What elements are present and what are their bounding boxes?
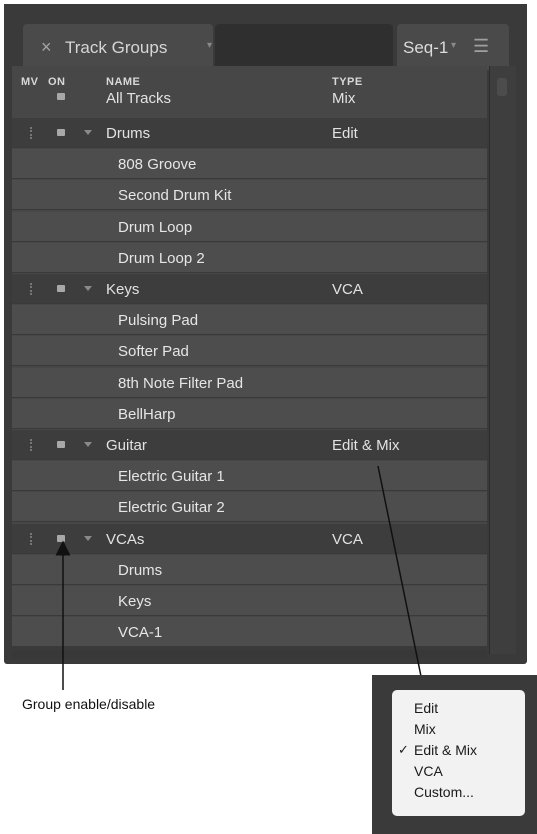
member-name: Keys (118, 593, 152, 610)
menu-item[interactable]: VCA (414, 763, 443, 779)
panel-footer (12, 650, 487, 658)
disclosure-triangle-icon[interactable] (84, 535, 92, 541)
group-member-row[interactable]: Softer Pad (12, 336, 487, 367)
group-member-row[interactable]: Electric Guitar 2 (12, 492, 487, 523)
tab-empty-slot[interactable] (215, 24, 393, 70)
group-row[interactable]: Keys VCA (12, 274, 487, 304)
callout-group-enable: Group enable/disable (22, 696, 156, 712)
disclosure-triangle-icon[interactable] (84, 442, 92, 447)
menu-item[interactable]: Edit (414, 700, 438, 716)
group-member-row[interactable]: Keys (12, 586, 487, 616)
menu-item[interactable]: Edit & Mix (414, 742, 477, 758)
type-dropdown-menu: Edit Mix ✓ Edit & Mix VCA Custom... (392, 690, 525, 816)
group-type[interactable]: VCA (332, 281, 363, 298)
chevron-down-icon[interactable]: ▾ (207, 40, 212, 51)
group-name: Drums (106, 125, 151, 142)
menu-item[interactable]: Mix (414, 721, 436, 737)
group-type[interactable]: VCA (332, 531, 363, 548)
group-row[interactable]: Guitar Edit & Mix (12, 430, 487, 460)
group-member-row[interactable]: Electric Guitar 1 (12, 461, 487, 492)
close-icon[interactable]: × (41, 37, 52, 58)
group-member-row[interactable]: 808 Groove (12, 149, 487, 180)
sequence-label: Seq-1 (403, 38, 449, 57)
group-enable-toggle[interactable] (57, 93, 65, 100)
tab-label: Track Groups (65, 38, 168, 57)
tab-sequence[interactable]: Seq-1 ▾ ☰ (397, 24, 509, 70)
group-row-all-tracks[interactable]: All Tracks Mix (12, 86, 487, 116)
disclosure-triangle-icon[interactable] (84, 286, 92, 291)
tab-bar: × Track Groups ▾ Seq-1 ▾ ☰ (4, 4, 527, 72)
scrollbar[interactable] (489, 66, 516, 654)
drag-handle-icon[interactable] (30, 283, 37, 295)
member-name: BellHarp (118, 405, 176, 423)
drag-handle-icon[interactable] (30, 532, 37, 545)
group-type[interactable]: Edit (332, 125, 358, 142)
chevron-down-icon[interactable]: ▾ (451, 40, 456, 51)
group-enable-toggle[interactable] (57, 129, 65, 136)
group-member-row[interactable]: 8th Note Filter Pad (12, 367, 487, 398)
group-member-row[interactable]: Drum Loop 2 (12, 242, 487, 273)
group-member-row[interactable]: Pulsing Pad (12, 305, 487, 336)
group-name: Guitar (106, 437, 147, 454)
group-enable-toggle[interactable] (57, 534, 65, 542)
group-name: Keys (106, 281, 140, 298)
group-type[interactable]: Edit & Mix (332, 437, 400, 454)
group-name: VCAs (106, 530, 145, 548)
group-name: All Tracks (106, 90, 172, 107)
member-name: VCA-1 (118, 624, 163, 642)
group-type[interactable]: Mix (332, 90, 355, 107)
drag-handle-icon[interactable] (30, 127, 37, 139)
tab-track-groups[interactable]: × Track Groups ▾ (23, 24, 213, 70)
disclosure-triangle-icon[interactable] (84, 130, 92, 135)
menu-item[interactable]: Custom... (414, 784, 474, 800)
checkmark-icon: ✓ (398, 742, 409, 757)
member-name: Second Drum Kit (118, 187, 232, 205)
group-member-row[interactable]: Second Drum Kit (12, 180, 487, 211)
group-row[interactable]: VCAs VCA (12, 523, 487, 554)
drag-handle-icon[interactable] (30, 439, 37, 451)
group-member-row[interactable]: Drum Loop (12, 211, 487, 242)
scrollbar-thumb[interactable] (497, 78, 507, 96)
member-name: Electric Guitar 1 (118, 468, 225, 486)
member-name: Drums (118, 561, 163, 579)
member-name: Drum Loop 2 (118, 249, 205, 267)
member-name: Drum Loop (118, 218, 193, 236)
member-name: 8th Note Filter Pad (118, 374, 244, 392)
member-name: 808 Groove (118, 156, 197, 174)
member-name: Electric Guitar 2 (118, 499, 225, 517)
group-row[interactable]: Drums Edit (12, 118, 487, 148)
member-name: Pulsing Pad (118, 312, 199, 330)
group-member-row[interactable]: BellHarp (12, 398, 487, 429)
menu-icon[interactable]: ☰ (473, 36, 489, 57)
member-name: Softer Pad (118, 343, 189, 361)
group-member-row[interactable]: Drums (12, 554, 487, 585)
group-enable-toggle[interactable] (57, 441, 65, 448)
group-member-row[interactable]: VCA-1 (12, 617, 487, 648)
group-enable-toggle[interactable] (57, 285, 65, 292)
